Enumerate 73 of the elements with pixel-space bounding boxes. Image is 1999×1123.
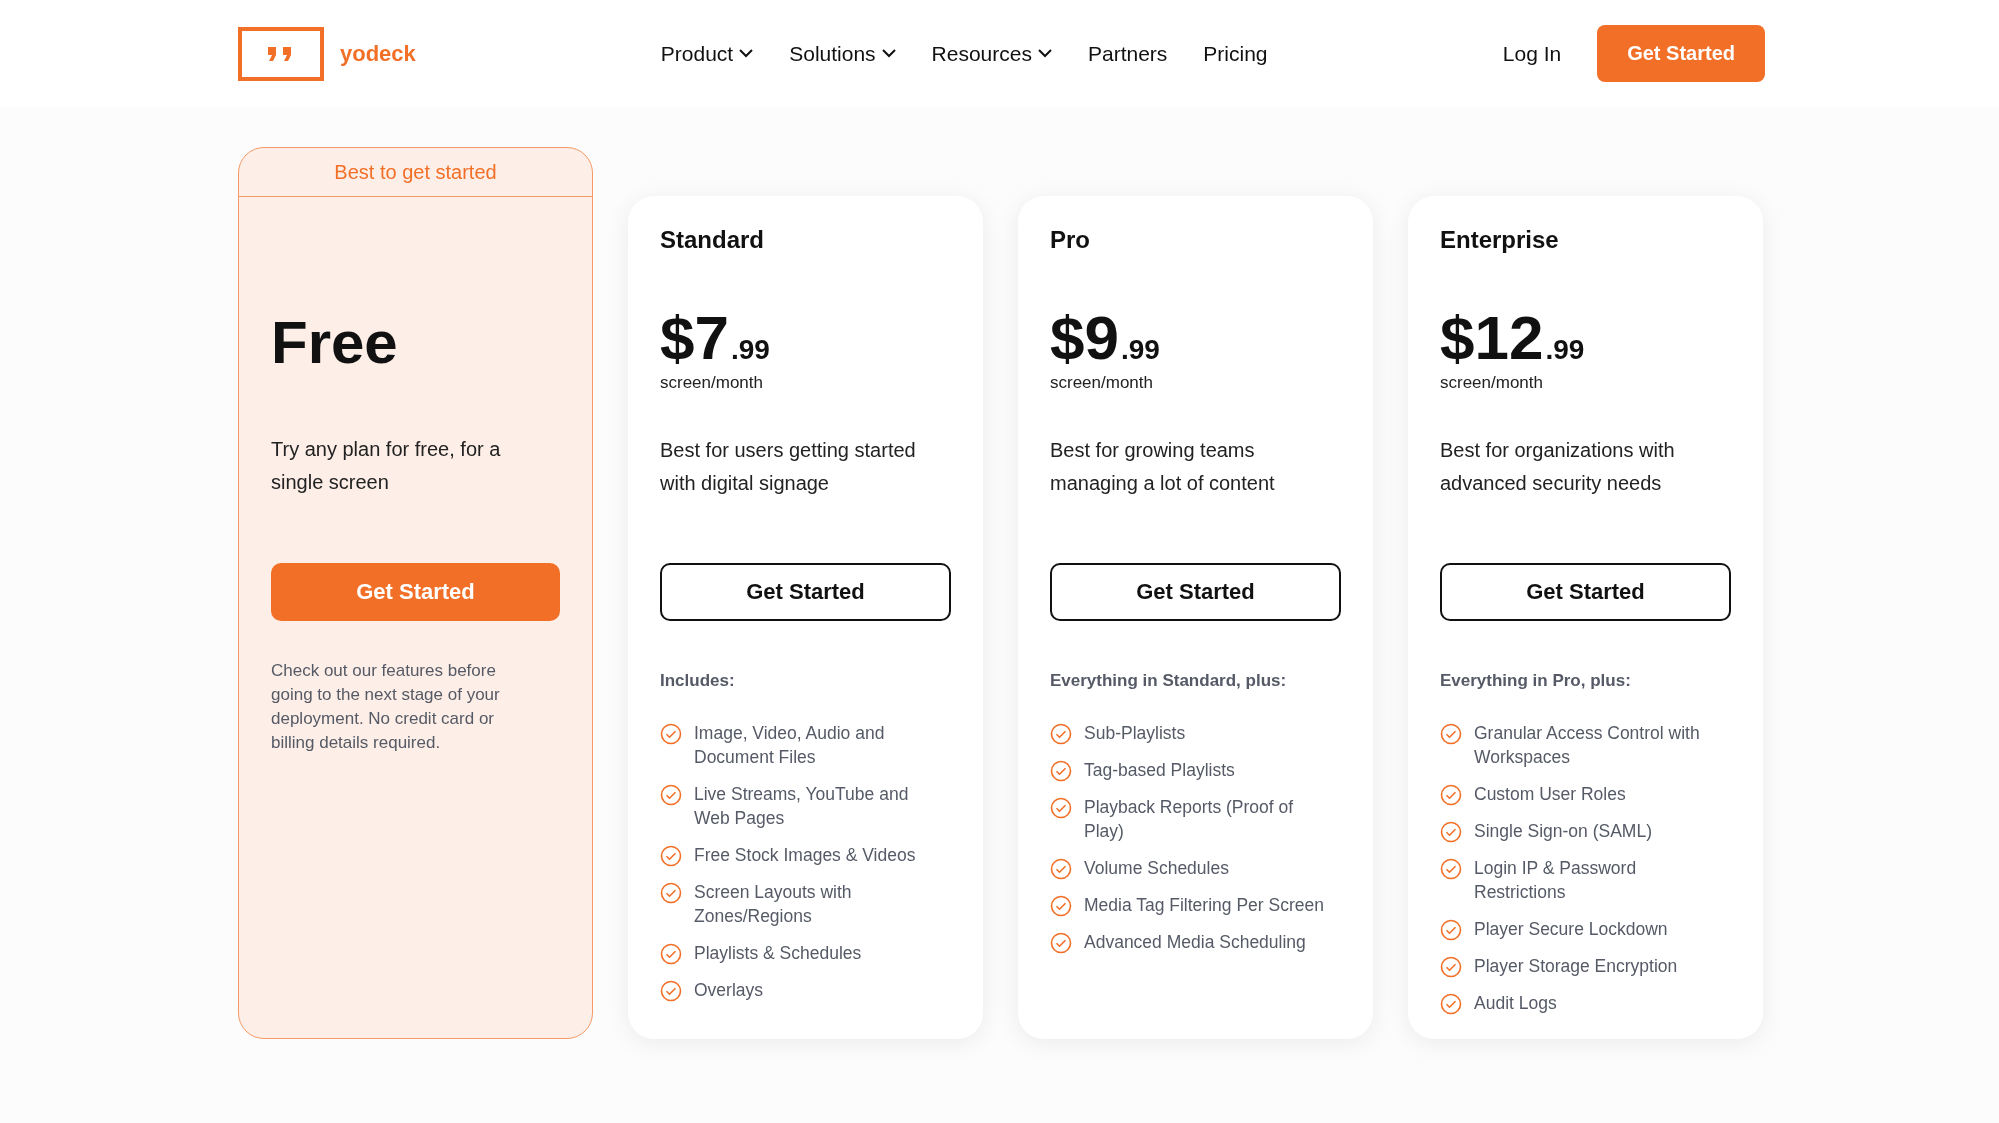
price: $9 [1050,307,1119,369]
nav-link[interactable]: Pricing [1203,41,1268,66]
features-heading: Everything in Standard, plus: [1050,671,1288,691]
plan-description: Try any plan for free, for a single screen [271,437,502,495]
get-started-button[interactable]: Get Started [1440,563,1731,621]
check-circle-icon [660,784,682,806]
check-circle-icon [660,723,682,745]
feature-text: Player Storage Encryption [1474,955,1678,978]
login-link[interactable]: Log In [1502,41,1562,66]
check-circle-icon [1050,723,1072,745]
feature-text: Custom User Roles [1474,783,1626,806]
feature-text: Live Streams, YouTube and Web Pages [694,783,910,830]
nav-link[interactable]: Resources [931,41,1052,66]
feature-text: Free Stock Images & Videos [694,844,916,867]
feature-text: Sub-Playlists [1084,722,1186,745]
check-circle-icon [1440,784,1462,806]
feature-text: Overlays [694,979,764,1002]
chevron-down-icon [1038,49,1052,58]
check-circle-icon [1050,760,1072,782]
check-circle-icon [1440,723,1462,745]
price: $7 [660,307,729,369]
price-cents: .99 [1545,334,1585,366]
check-circle-icon [1050,858,1072,880]
check-circle-icon [660,882,682,904]
plan-description: Best for organizations with advanced security needs [1440,438,1676,496]
feature-text: Single Sign-on (SAML) [1474,820,1652,843]
get-started-button[interactable]: Get Started [660,563,951,621]
features-heading: Includes: [660,671,736,691]
price-cents: .99 [730,334,770,366]
plan-description: Best for users getting started with digital signage [660,438,917,496]
logo-icon[interactable] [238,26,324,81]
check-circle-icon [660,943,682,965]
check-circle-icon [1440,956,1462,978]
check-circle-icon [660,980,682,1002]
price-unit: screen/month [1440,373,1544,393]
feature-text: Audit Logs [1474,992,1557,1015]
features-heading: Everything in Pro, plus: [1440,671,1632,691]
price-unit: screen/month [1050,373,1154,393]
get-started-button[interactable]: Get Started [1050,563,1341,621]
plan-note: Check out our features before going to the next stage of your deployment. No credit card or billing details required. [271,660,501,754]
plan-name: Standard [660,226,765,254]
feature-text: Screen Layouts with Zones/Regions [694,881,853,928]
plan-badge: Best to get started [239,148,592,197]
feature-text: Media Tag Filtering Per Screen [1084,894,1324,917]
feature-text: Tag-based Playlists [1084,759,1235,782]
feature-text: Player Secure Lockdown [1474,918,1668,941]
feature-text: Playback Reports (Proof of Play) [1084,796,1295,843]
check-circle-icon [1050,895,1072,917]
check-circle-icon [660,845,682,867]
nav-link[interactable]: Product [660,41,754,66]
nav-link[interactable]: Partners [1088,41,1168,66]
plan-name: Pro [1050,226,1091,254]
chevron-down-icon [739,49,754,58]
price: $12 [1440,307,1544,369]
feature-text: Advanced Media Scheduling [1084,931,1306,954]
feature-text: Volume Schedules [1084,857,1229,880]
feature-text: Login IP & Password Restrictions [1474,857,1638,904]
chevron-down-icon [881,49,896,58]
price-cents: .99 [1120,334,1160,366]
check-circle-icon [1440,919,1462,941]
plan-name: Enterprise [1440,226,1560,254]
feature-text: Granular Access Control with Workspaces [1474,722,1701,769]
plan-description: Best for growing teams managing a lot of content [1050,438,1276,496]
check-circle-icon [1050,932,1072,954]
feature-text: Image, Video, Audio and Document Files [694,722,886,769]
check-circle-icon [1050,797,1072,819]
check-circle-icon [1440,993,1462,1015]
check-circle-icon [1440,821,1462,843]
feature-text: Playlists & Schedules [694,942,862,965]
plan-title: Free [271,313,399,373]
check-circle-icon [1440,858,1462,880]
price-unit: screen/month [660,373,764,393]
nav-link[interactable]: Solutions [789,41,896,66]
